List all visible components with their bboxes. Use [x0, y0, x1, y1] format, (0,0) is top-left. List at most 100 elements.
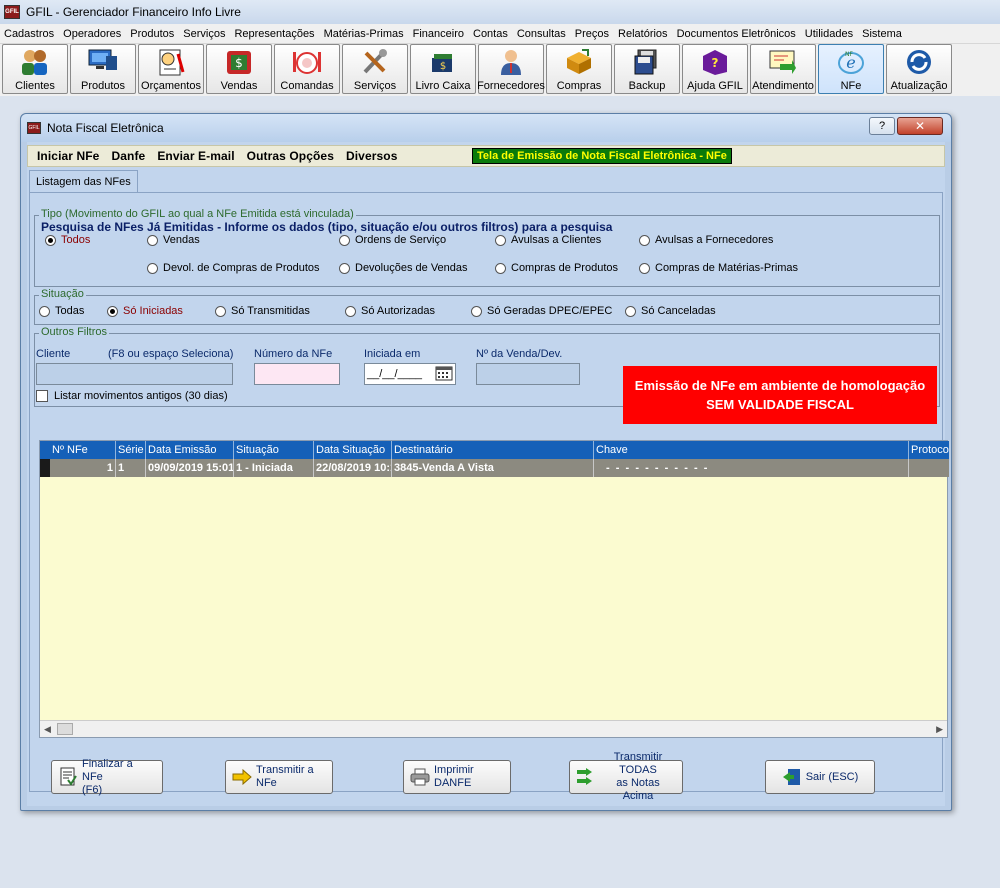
- col-header-numero[interactable]: Nº NFe: [50, 441, 116, 459]
- radio-button[interactable]: [215, 305, 226, 317]
- radio-button[interactable]: [345, 305, 356, 317]
- grid-horizontal-scrollbar[interactable]: ◀ ▶: [40, 720, 947, 737]
- col-header-chave[interactable]: Chave: [594, 441, 909, 459]
- menu-utilidades[interactable]: Utilidades: [805, 28, 853, 40]
- col-header-data-emissao[interactable]: Data Emissão: [146, 441, 234, 459]
- radio-button[interactable]: [639, 262, 650, 274]
- cell-situacao: 1 - Iniciada: [234, 459, 314, 477]
- toolbar-atendimento-button[interactable]: Atendimento: [750, 44, 816, 94]
- menu-documentos-eletronicos[interactable]: Documentos Eletrônicos: [677, 28, 796, 40]
- radio-button[interactable]: [495, 234, 506, 246]
- menu-representacoes[interactable]: Representações: [234, 28, 314, 40]
- menu-relatorios[interactable]: Relatórios: [618, 28, 668, 40]
- window-help-button[interactable]: ?: [869, 117, 895, 135]
- nfe-grid[interactable]: Nº NFe Série Data Emissão Situação Data …: [39, 440, 949, 738]
- radio-button[interactable]: [495, 262, 506, 274]
- toolbar-compras-button[interactable]: Compras: [546, 44, 612, 94]
- toolbar-clientes-button[interactable]: Clientes: [2, 44, 68, 94]
- radio-button[interactable]: [39, 305, 50, 317]
- iniciada-em-field[interactable]: __/__/____: [364, 363, 456, 385]
- col-header-protocolo[interactable]: Protoco: [909, 441, 949, 459]
- radio-tipo-vendas[interactable]: Vendas: [147, 234, 200, 246]
- radio-tipo-todos[interactable]: Todos: [45, 234, 90, 246]
- radio-situacao-so-geradas-dpec[interactable]: Só Geradas DPEC/EPEC: [471, 305, 612, 317]
- col-header-data-situacao[interactable]: Data Situação: [314, 441, 392, 459]
- col-header-serie[interactable]: Série: [116, 441, 146, 459]
- radio-button[interactable]: [147, 234, 158, 246]
- col-header-destinatario[interactable]: Destinatário: [392, 441, 594, 459]
- radio-tipo-ordens-servico[interactable]: Ordens de Serviço: [339, 234, 446, 246]
- menu-operadores[interactable]: Operadores: [63, 28, 121, 40]
- tab-listagem-nfes[interactable]: Listagem das NFes: [29, 170, 138, 192]
- radio-tipo-avulsas-fornecedores[interactable]: Avulsas a Fornecedores: [639, 234, 773, 246]
- toolbar-ajuda-button[interactable]: ? Ajuda GFIL: [682, 44, 748, 94]
- finalizar-nfe-button[interactable]: Finalizar a NFe (F6): [51, 758, 163, 796]
- radio-tipo-devolucoes-vendas[interactable]: Devoluções de Vendas: [339, 262, 468, 274]
- transmitir-todas-button[interactable]: Transmitir TODAS as Notas Acima: [569, 751, 683, 802]
- menu-cadastros[interactable]: Cadastros: [4, 28, 54, 40]
- window-titlebar[interactable]: GFIL Nota Fiscal Eletrônica: [21, 114, 951, 142]
- form-menu-diversos[interactable]: Diversos: [346, 149, 398, 163]
- radio-button[interactable]: [339, 262, 350, 274]
- col-header-situacao[interactable]: Situação: [234, 441, 314, 459]
- cliente-field[interactable]: [36, 363, 233, 385]
- toolbar-orcamentos-button[interactable]: Orçamentos: [138, 44, 204, 94]
- toolbar-comandas-button[interactable]: Comandas: [274, 44, 340, 94]
- scroll-left-icon[interactable]: ◀: [44, 724, 51, 735]
- radio-tipo-compras-materias-primas[interactable]: Compras de Matérias-Primas: [639, 262, 798, 274]
- menu-precos[interactable]: Preços: [575, 28, 609, 40]
- form-menu-danfe[interactable]: Danfe: [111, 149, 145, 163]
- toolbar-livro-caixa-button[interactable]: $ Livro Caixa: [410, 44, 476, 94]
- table-row[interactable]: 1 1 09/09/2019 15:01 1 - Iniciada 22/08/…: [40, 459, 949, 477]
- homologacao-warning: Emissão de NFe em ambiente de homologaçã…: [623, 366, 937, 424]
- radio-tipo-compras-produtos[interactable]: Compras de Produtos: [495, 262, 618, 274]
- radio-situacao-so-canceladas[interactable]: Só Canceladas: [625, 305, 716, 317]
- calendar-icon[interactable]: [435, 365, 453, 384]
- checkbox-box[interactable]: [36, 390, 48, 402]
- sair-button[interactable]: Sair (ESC): [765, 760, 875, 794]
- toolbar-produtos-button[interactable]: Produtos: [70, 44, 136, 94]
- cell-numero: 1: [50, 459, 116, 477]
- form-menu-iniciar-nfe[interactable]: Iniciar NFe: [37, 149, 99, 163]
- menu-financeiro[interactable]: Financeiro: [413, 28, 464, 40]
- radio-situacao-so-iniciadas[interactable]: Só Iniciadas: [107, 305, 183, 317]
- scroll-thumb[interactable]: [57, 723, 73, 735]
- menu-contas[interactable]: Contas: [473, 28, 508, 40]
- numero-nfe-field[interactable]: [254, 363, 340, 385]
- radio-situacao-so-autorizadas[interactable]: Só Autorizadas: [345, 305, 435, 317]
- radio-button[interactable]: [45, 234, 56, 246]
- form-menu-outras-opcoes[interactable]: Outras Opções: [247, 149, 334, 163]
- menu-materias-primas[interactable]: Matérias-Primas: [324, 28, 404, 40]
- menu-produtos[interactable]: Produtos: [130, 28, 174, 40]
- cliente-label: Cliente: [36, 348, 71, 360]
- radio-button[interactable]: [147, 262, 158, 274]
- radio-button[interactable]: [625, 305, 636, 317]
- imprimir-danfe-button[interactable]: Imprimir DANFE: [403, 760, 511, 794]
- listar-antigos-checkbox[interactable]: Listar movimentos antigos (30 dias): [36, 390, 228, 402]
- transmitir-nfe-button[interactable]: Transmitir a NFe: [225, 760, 333, 794]
- radio-situacao-so-transmitidas[interactable]: Só Transmitidas: [215, 305, 310, 317]
- menu-consultas[interactable]: Consultas: [517, 28, 566, 40]
- radio-situacao-todas[interactable]: Todas: [39, 305, 84, 317]
- toolbar-nfe-button[interactable]: e NF NFe: [818, 44, 884, 94]
- radio-button[interactable]: [471, 305, 482, 317]
- nfe-icon: e NF: [836, 47, 866, 77]
- toolbar-backup-button[interactable]: Backup: [614, 44, 680, 94]
- scroll-right-icon[interactable]: ▶: [936, 724, 943, 735]
- venda-dev-field[interactable]: [476, 363, 580, 385]
- toolbar-servicos-button[interactable]: Serviços: [342, 44, 408, 94]
- radio-button[interactable]: [107, 305, 118, 317]
- radio-button[interactable]: [639, 234, 650, 246]
- menu-servicos[interactable]: Serviços: [183, 28, 225, 40]
- backup-icon: [632, 47, 662, 77]
- window-close-button[interactable]: ✕: [897, 117, 943, 135]
- toolbar-vendas-button[interactable]: $ Vendas: [206, 44, 272, 94]
- toolbar-atualizacao-button[interactable]: Atualização: [886, 44, 952, 94]
- radio-button[interactable]: [339, 234, 350, 246]
- menu-sistema[interactable]: Sistema: [862, 28, 902, 40]
- form-menu-enviar-email[interactable]: Enviar E-mail: [157, 149, 234, 163]
- radio-tipo-avulsas-clientes[interactable]: Avulsas a Clientes: [495, 234, 601, 246]
- radio-tipo-devol-compras[interactable]: Devol. de Compras de Produtos: [147, 262, 320, 274]
- tipo-legend: Tipo (Movimento do GFIL ao qual a NFe Em…: [39, 208, 356, 220]
- toolbar-fornecedores-button[interactable]: Fornecedores: [477, 44, 545, 94]
